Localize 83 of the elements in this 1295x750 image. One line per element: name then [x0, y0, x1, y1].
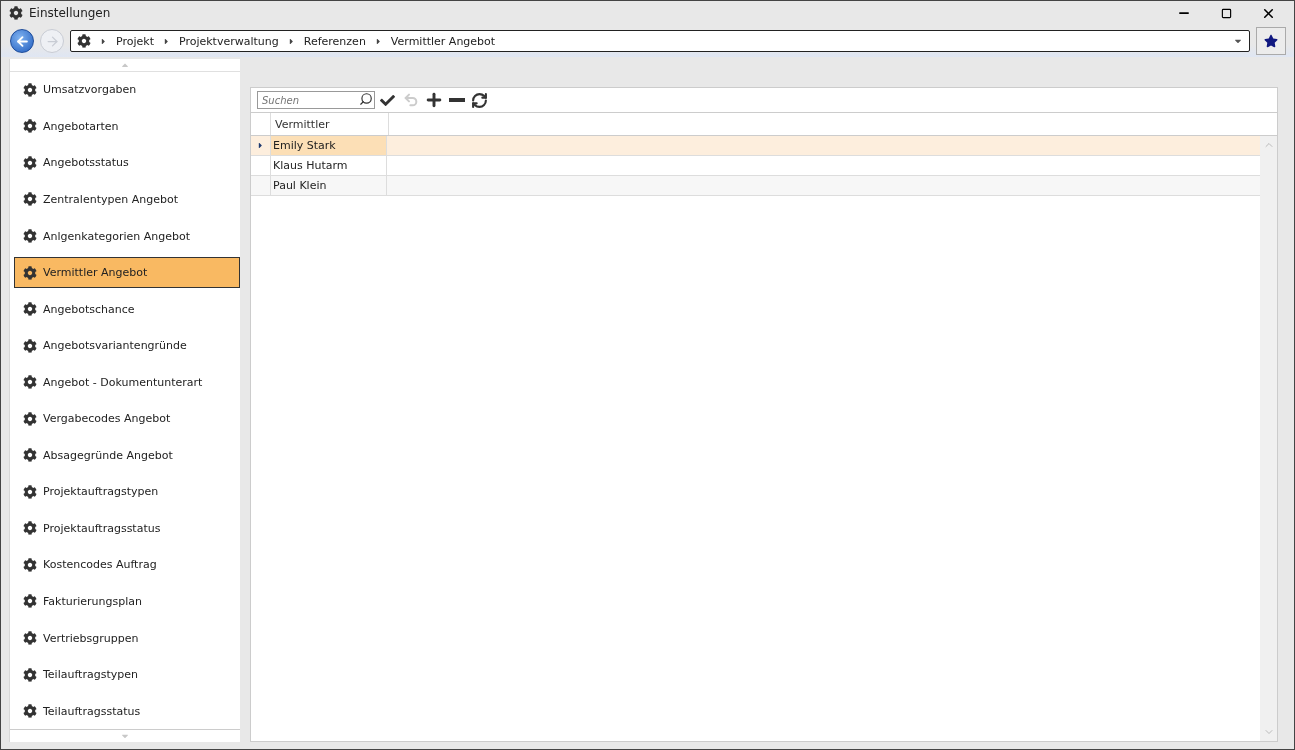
sidebar-item-label: Teilauftragstypen [43, 668, 138, 682]
sidebar-item[interactable]: Angebotschance [14, 293, 240, 325]
caret-icon [99, 36, 108, 46]
sidebar-item-label: Angebot - Dokumentunterart [43, 375, 203, 389]
gear-icon [23, 631, 37, 645]
table-cell: Emily Stark [271, 136, 387, 155]
breadcrumb-item[interactable]: Projektverwaltung [178, 34, 279, 48]
sidebar-item-label: Angebotsstatus [43, 156, 129, 170]
sidebar-item[interactable]: Vermittler Angebot [14, 257, 240, 288]
gear-icon [23, 704, 37, 719]
sidebar-item-label: Vertriebsgruppen [43, 631, 139, 645]
sidebar-item-label: Teilauftragsstatus [43, 704, 141, 718]
refresh-button[interactable] [469, 90, 490, 110]
undo-icon [402, 92, 419, 108]
sidebar-item[interactable]: Vertriebsgruppen [14, 622, 240, 654]
gear-icon [77, 34, 91, 48]
sidebar-item-label: Absagegründe Angebot [43, 448, 173, 462]
sidebar-item-label: Fakturierungsplan [43, 594, 142, 608]
check-icon [380, 92, 395, 108]
gear-icon [23, 484, 37, 499]
table-row[interactable]: Emily Stark [251, 136, 1260, 156]
gear-icon [23, 302, 37, 317]
sidebar-item-label: Projektauftragstypen [43, 485, 159, 499]
sidebar-item[interactable]: Teilauftragsstatus [14, 695, 240, 727]
gear-icon [23, 119, 37, 134]
table-row[interactable]: Klaus Hutarm [251, 156, 1260, 176]
sidebar-item[interactable]: Vergabecodes Angebot [14, 403, 240, 434]
sidebar-item-label: Zentralentypen Angebot [43, 192, 178, 206]
search-icon[interactable] [359, 92, 373, 106]
favorite-button[interactable] [1256, 27, 1286, 55]
gear-icon [9, 6, 23, 20]
star-icon [1264, 34, 1278, 48]
sidebar-item[interactable]: Absagegründe Angebot [14, 440, 240, 471]
minus-icon [448, 98, 465, 102]
gear-icon [23, 375, 37, 390]
refresh-icon [471, 91, 488, 109]
table-row[interactable]: Paul Klein [251, 176, 1260, 196]
column-header[interactable]: Vermittler [271, 113, 389, 135]
gear-icon [23, 448, 37, 463]
sidebar-item-label: Kostencodes Auftrag [43, 558, 157, 572]
current-row-icon [256, 141, 265, 150]
gear-icon [23, 667, 37, 682]
gear-icon [23, 338, 37, 353]
sidebar-item-label: Anlgenkategorien Angebot [43, 229, 191, 243]
gear-icon [23, 594, 37, 609]
sidebar-item-label: Projektauftragsstatus [43, 521, 161, 535]
sidebar-item[interactable]: Angebot - Dokumentunterart [14, 366, 240, 398]
breadcrumb-bar[interactable]: Projekt Projektverwaltung Referenzen Vermittler Angebot [70, 30, 1250, 52]
table-cell: Paul Klein [271, 176, 387, 195]
sidebar-item[interactable]: Teilauftragstypen [14, 659, 240, 690]
sidebar-item-label: Vermittler Angebot [43, 266, 148, 280]
forward-arrow-icon [44, 33, 60, 49]
maximize-icon [1220, 7, 1232, 19]
breadcrumb-item[interactable]: Projekt [116, 34, 154, 48]
sidebar-item[interactable]: Umsatzvorgaben [14, 74, 240, 106]
sidebar-item-label: Umsatzvorgaben [43, 83, 137, 97]
breadcrumb-item[interactable]: Vermittler Angebot [390, 34, 496, 48]
sidebar-item[interactable]: Projektauftragstypen [14, 476, 240, 508]
back-button[interactable] [10, 29, 34, 53]
sidebar-item[interactable]: Angebotsstatus [14, 147, 240, 179]
sidebar-item[interactable]: Zentralentypen Angebot [14, 184, 240, 215]
gear-icon [23, 265, 37, 280]
sidebar-item[interactable]: Angebotsvariantengründe [14, 330, 240, 361]
sidebar-item-label: Vergabecodes Angebot [43, 412, 171, 426]
sidebar-item-label: Angebotsvariantengründe [43, 339, 187, 353]
sidebar-item[interactable]: Projektauftragsstatus [14, 513, 240, 544]
sidebar-item[interactable]: Anlgenkategorien Angebot [14, 220, 240, 252]
gear-icon [23, 411, 37, 426]
sidebar-item[interactable]: Kostencodes Auftrag [14, 549, 240, 581]
gear-icon [23, 557, 37, 572]
gear-icon [23, 192, 37, 207]
window-title: Einstellungen [29, 6, 112, 20]
breadcrumb-item[interactable]: Referenzen [303, 34, 366, 48]
table-cell: Klaus Hutarm [271, 156, 387, 175]
gear-icon [23, 229, 37, 243]
gear-icon [23, 155, 37, 170]
sidebar-item-label: Angebotarten [43, 119, 119, 133]
gear-icon [23, 521, 37, 536]
sidebar-item[interactable]: Angebotarten [14, 111, 240, 142]
gear-icon [23, 82, 37, 97]
sidebar-item[interactable]: Fakturierungsplan [14, 586, 240, 617]
sidebar-item-label: Angebotschance [43, 302, 135, 316]
search-field[interactable]: Suchen [257, 91, 375, 109]
